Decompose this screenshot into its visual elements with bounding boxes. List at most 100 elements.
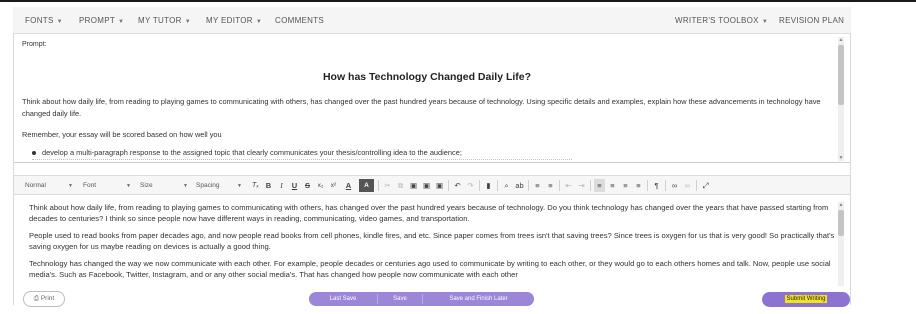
cut-icon[interactable]: ✂ — [382, 179, 393, 192]
font-select[interactable]: Font ▼ — [83, 180, 131, 192]
editor-scroll-thumb[interactable] — [838, 210, 844, 236]
paste-text-icon[interactable]: ▣ — [421, 179, 432, 192]
prompt-panel[interactable]: Prompt: How has Technology Changed Daily… — [14, 35, 850, 163]
copy-icon[interactable]: ⧉ — [395, 179, 406, 192]
chevron-down-icon: ▼ — [761, 19, 769, 25]
redo-icon[interactable]: ↷ — [465, 179, 476, 192]
italic-icon[interactable]: I — [276, 179, 287, 192]
align-left-icon[interactable]: ≡ — [594, 179, 605, 192]
toolbar-separator — [479, 180, 480, 191]
paste-word-icon[interactable]: ▣ — [434, 179, 445, 192]
toolbar-separator — [559, 180, 560, 191]
save-and-finish-later-button[interactable]: Save and Finish Later — [423, 292, 534, 306]
nav-fonts-label: FONTS — [25, 16, 54, 25]
numbered-list-icon[interactable]: ≡ — [532, 179, 543, 192]
essay-paragraph: Technology has changed the way we now co… — [29, 259, 831, 279]
superscript-icon[interactable]: x² — [328, 179, 339, 192]
prompt-body: Think about how daily life, from reading… — [22, 97, 821, 118]
prompt-clipped-line — [32, 159, 572, 162]
style-select[interactable]: Normal ▼ — [25, 180, 73, 192]
toolbar-separator — [378, 180, 379, 191]
chevron-down-icon: ▼ — [56, 19, 63, 25]
print-label: Print — [40, 295, 55, 302]
prompt-bullet-text: develop a multi-paragraph response to th… — [42, 148, 462, 157]
toolbar-separator — [528, 180, 529, 191]
toolbar-separator — [647, 180, 648, 191]
top-nav-bar: FONTS ▼ PROMPT ▼ MY TUTOR ▼ MY EDITOR ▼ COMM… — [13, 7, 851, 34]
highlight-color-icon[interactable]: A — [359, 179, 374, 192]
chevron-down-icon: ▼ — [126, 183, 131, 189]
size-select[interactable]: Size ▼ — [140, 180, 188, 192]
scroll-down-icon[interactable]: ▼ — [838, 155, 844, 161]
prompt-bullet-item: develop a multi-paragraph response to th… — [32, 148, 822, 157]
nav-comments-link[interactable]: COMMENTS — [275, 7, 324, 34]
save-button-group: Last Save Save Save and Finish Later — [309, 292, 534, 306]
font-select-value: Font — [83, 182, 97, 189]
last-save-button[interactable]: Last Save — [309, 292, 377, 306]
toolbar-separator — [448, 180, 449, 191]
nav-my-editor-menu[interactable]: MY EDITOR ▼ — [206, 7, 262, 34]
paste-icon[interactable]: ▣ — [408, 179, 419, 192]
chevron-down-icon: ▼ — [183, 183, 188, 189]
nav-prompt-menu[interactable]: PROMPT ▼ — [79, 7, 124, 34]
nav-revision-plan-label: REVISION PLAN — [779, 16, 845, 25]
essay-paragraph: Think about how daily life, from reading… — [29, 203, 829, 223]
prompt-scroll-thumb[interactable] — [838, 45, 844, 105]
text-color-icon[interactable]: A — [341, 179, 356, 192]
toolbar-separator — [497, 180, 498, 191]
nav-writers-toolbox-label: WRITER'S TOOLBOX — [675, 16, 759, 25]
toolbar-separator — [665, 180, 666, 191]
nav-prompt-label: PROMPT — [79, 16, 116, 25]
bulleted-list-icon[interactable]: ≡ — [545, 179, 556, 192]
align-center-icon[interactable]: ≡ — [607, 179, 618, 192]
strikethrough-icon[interactable]: S — [302, 179, 313, 192]
essay-paragraph: People used to read books from paper dec… — [29, 231, 835, 251]
align-right-icon[interactable]: ≡ — [620, 179, 631, 192]
scroll-up-icon[interactable]: ▲ — [838, 37, 844, 43]
unlink-icon[interactable]: ∞ — [682, 179, 693, 192]
editor-toolbar: Normal ▼ Font ▼ Size ▼ Spacing ▼ Tₓ B I U Sx₂ x² A… — [14, 175, 850, 195]
style-select-value: Normal — [25, 182, 46, 189]
comment-icon[interactable]: ▮ — [483, 179, 494, 192]
scroll-up-icon[interactable]: ▲ — [838, 202, 844, 208]
prompt-label: Prompt: — [22, 41, 47, 48]
chevron-down-icon: ▼ — [184, 19, 191, 25]
print-button[interactable]: ⎙ Print — [23, 291, 65, 307]
find-icon[interactable]: ⌕ — [501, 179, 512, 192]
nav-revision-plan-link[interactable]: REVISION PLAN — [779, 7, 844, 34]
subscript-icon[interactable]: x₂ — [315, 179, 326, 192]
essay-editor[interactable]: Think about how daily life, from reading… — [14, 196, 850, 288]
nav-writers-toolbox-menu[interactable]: WRITER'S TOOLBOX ▼ — [675, 7, 768, 34]
size-select-value: Size — [140, 182, 153, 189]
bold-icon[interactable]: B — [263, 179, 274, 192]
nav-fonts-menu[interactable]: FONTS ▼ — [25, 7, 63, 34]
spacing-select-value: Spacing — [196, 182, 220, 189]
window-top-border — [0, 0, 916, 2]
outdent-icon[interactable]: ⇤ — [563, 179, 574, 192]
save-button[interactable]: Save — [378, 292, 422, 306]
spacing-select[interactable]: Spacing ▼ — [196, 180, 242, 192]
underline-icon[interactable]: U — [289, 179, 300, 192]
nav-comments-label: COMMENTS — [275, 16, 325, 25]
nav-my-tutor-menu[interactable]: MY TUTOR ▼ — [138, 7, 191, 34]
chevron-down-icon: ▼ — [68, 183, 73, 189]
align-justify-icon[interactable]: ≡ — [633, 179, 644, 192]
chevron-down-icon: ▼ — [118, 19, 125, 25]
link-icon[interactable]: ∞ — [669, 179, 680, 192]
spellcheck-icon[interactable]: ab — [514, 179, 525, 192]
prompt-scrollbar[interactable]: ▲ ▼ — [838, 37, 844, 161]
prompt-remember-text: Remember, your essay will be scored base… — [22, 130, 222, 139]
nav-my-tutor-label: MY TUTOR — [138, 16, 182, 25]
paragraph-icon[interactable]: ¶ — [651, 179, 662, 192]
chevron-down-icon: ▼ — [255, 19, 263, 25]
clear-format-icon[interactable]: Tₓ — [250, 179, 261, 192]
undo-icon[interactable]: ↶ — [452, 179, 463, 192]
indent-icon[interactable]: ⇥ — [576, 179, 587, 192]
submit-writing-button[interactable]: Submit Writing — [762, 292, 850, 307]
bullet-icon — [32, 151, 36, 156]
nav-my-editor-label: MY EDITOR — [206, 16, 253, 25]
editor-scrollbar[interactable]: ▲ — [838, 202, 844, 286]
submit-writing-label: Submit Writing — [784, 295, 828, 303]
fullscreen-icon[interactable]: ⤢ — [700, 179, 711, 192]
toolbar-separator — [590, 180, 591, 191]
